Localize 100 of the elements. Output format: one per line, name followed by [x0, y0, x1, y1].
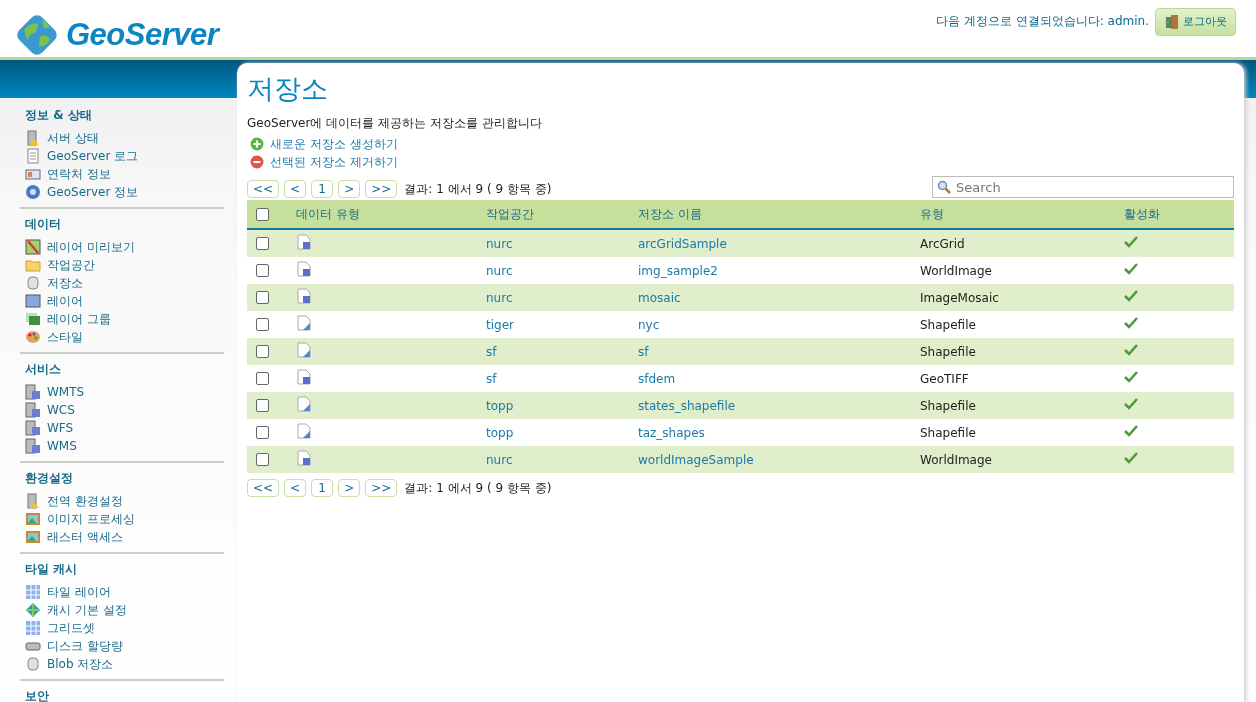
row-checkbox[interactable]: [256, 237, 269, 250]
workspace-link[interactable]: sf: [486, 344, 497, 359]
workspace-link[interactable]: nurc: [486, 236, 513, 251]
row-checkbox[interactable]: [256, 399, 269, 412]
row-checkbox[interactable]: [256, 345, 269, 358]
remove-icon: [250, 155, 264, 169]
store-type: Shapefile: [920, 398, 976, 413]
logout-button[interactable]: 로그아웃: [1155, 7, 1236, 36]
pager-button[interactable]: <: [284, 180, 307, 198]
sidebar-icon: [25, 384, 41, 400]
sidebar-item[interactable]: WFS: [25, 419, 224, 437]
sidebar-item[interactable]: 서버 상태: [25, 129, 224, 147]
sidebar-icon: [25, 529, 41, 545]
store-type: WorldImage: [920, 263, 992, 278]
pager-button[interactable]: 1: [311, 180, 334, 198]
pager-button[interactable]: <<: [247, 479, 280, 497]
sidebar-icon: [25, 438, 41, 454]
column-header[interactable]: 활성화: [1120, 200, 1234, 229]
workspace-link[interactable]: topp: [486, 425, 514, 440]
sidebar-item[interactable]: 래스터 액세스: [25, 528, 224, 546]
sidebar-item[interactable]: 레이어 그룹: [25, 310, 224, 328]
column-header[interactable]: 저장소 이름: [634, 200, 916, 229]
store-name-link[interactable]: img_sample2: [638, 263, 718, 278]
pager-button[interactable]: 1: [311, 479, 334, 497]
row-checkbox[interactable]: [256, 372, 269, 385]
sidebar-icon: [25, 656, 41, 672]
sidebar-item[interactable]: 스타일: [25, 328, 224, 346]
store-name-link[interactable]: sf: [638, 344, 649, 359]
search-field[interactable]: Search: [932, 176, 1234, 198]
sidebar-item[interactable]: 그리드셋: [25, 619, 224, 637]
sidebar-item[interactable]: Blob 저장소: [25, 655, 224, 673]
sidebar-item[interactable]: WMS: [25, 437, 224, 455]
workspace-link[interactable]: tiger: [486, 317, 514, 332]
sidebar-item[interactable]: 레이어: [25, 292, 224, 310]
store-type: Shapefile: [920, 425, 976, 440]
sidebar-icon: [25, 511, 41, 527]
store-type: ImageMosaic: [920, 290, 999, 305]
sidebar-item[interactable]: 전역 환경설정: [25, 492, 224, 510]
sidebar-icon: [25, 239, 41, 255]
row-checkbox[interactable]: [256, 453, 269, 466]
page-title: 저장소: [247, 72, 329, 106]
pager-button[interactable]: <: [284, 479, 307, 497]
sidebar-item[interactable]: GeoServer 정보: [25, 183, 224, 201]
page-description: GeoServer에 데이터를 제공하는 저장소를 관리합니다: [247, 115, 543, 132]
sidebar-item[interactable]: 작업공간: [25, 256, 224, 274]
sidebar-item[interactable]: GeoServer 로그: [25, 147, 224, 165]
workspace-link[interactable]: topp: [486, 398, 514, 413]
sidebar-icon: [25, 275, 41, 291]
row-checkbox[interactable]: [256, 318, 269, 331]
row-checkbox[interactable]: [256, 426, 269, 439]
pager-button[interactable]: >>: [365, 479, 398, 497]
sidebar-icon: [25, 130, 41, 146]
sidebar-heading: 타일 캐시: [25, 561, 79, 578]
sidebar-item[interactable]: 디스크 할당량: [25, 637, 224, 655]
sidebar-item[interactable]: 연락처 정보: [25, 165, 224, 183]
sidebar-heading: 환경설정: [25, 470, 74, 487]
sidebar-icon: [25, 148, 41, 164]
store-type: Shapefile: [920, 317, 976, 332]
store-type: ArcGrid: [920, 236, 965, 251]
result-summary: 결과: 1 에서 9 ( 9 항목 중): [404, 180, 552, 198]
pager-button[interactable]: <<: [247, 180, 280, 198]
logo-text[interactable]: GeoServer: [66, 16, 219, 53]
store-name-link[interactable]: sfdem: [638, 371, 676, 386]
workspace-link[interactable]: nurc: [486, 452, 513, 467]
select-all-checkbox[interactable]: [256, 207, 269, 221]
store-type: GeoTIFF: [920, 371, 969, 386]
sidebar-heading: 서비스: [25, 361, 62, 378]
store-type: Shapefile: [920, 344, 976, 359]
sidebar-heading: 정보 & 상태: [25, 107, 93, 124]
workspace-link[interactable]: nurc: [486, 290, 513, 305]
store-name-link[interactable]: nyc: [638, 317, 660, 332]
sidebar-item[interactable]: WMTS: [25, 383, 224, 401]
pager-button[interactable]: >: [338, 180, 361, 198]
row-checkbox[interactable]: [256, 291, 269, 304]
sidebar-icon: [25, 184, 41, 200]
store-name-link[interactable]: states_shapefile: [638, 398, 736, 413]
row-checkbox[interactable]: [256, 264, 269, 277]
sidebar-item[interactable]: 저장소: [25, 274, 224, 292]
sidebar-item[interactable]: 이미지 프로세싱: [25, 510, 224, 528]
column-header[interactable]: 유형: [916, 200, 1120, 229]
add-store-link[interactable]: 새로운 저장소 생성하기: [247, 135, 1234, 153]
column-header[interactable]: 데이터 유형: [292, 200, 482, 229]
result-summary: 결과: 1 에서 9 ( 9 항목 중): [404, 479, 552, 497]
remove-store-link[interactable]: 선택된 저장소 제거하기: [247, 153, 1234, 171]
sidebar-item[interactable]: 캐시 기본 설정: [25, 601, 224, 619]
sidebar-item[interactable]: 레이어 미리보기: [25, 238, 224, 256]
sidebar-item[interactable]: 타일 레이어: [25, 583, 224, 601]
pager-button[interactable]: >>: [365, 180, 398, 198]
sidebar-icon: [25, 311, 41, 327]
workspace-link[interactable]: nurc: [486, 263, 513, 278]
pager-button[interactable]: >: [338, 479, 361, 497]
column-header[interactable]: 작업공간: [482, 200, 634, 229]
sidebar-icon: [25, 329, 41, 345]
sidebar-icon: [25, 620, 41, 636]
sidebar-icon: [25, 166, 41, 182]
sidebar-item[interactable]: WCS: [25, 401, 224, 419]
workspace-link[interactable]: sf: [486, 371, 497, 386]
store-name-link[interactable]: mosaic: [638, 290, 681, 305]
store-name-link[interactable]: arcGridSample: [638, 236, 727, 251]
store-name-link[interactable]: taz_shapes: [638, 425, 705, 440]
